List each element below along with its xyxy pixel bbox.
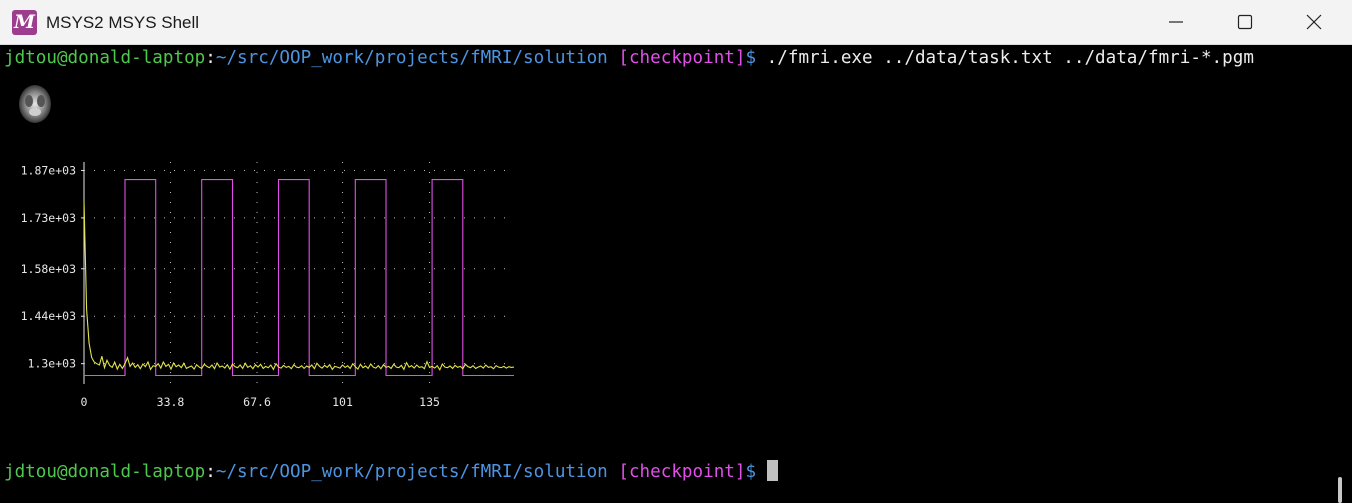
prompt-branch: [checkpoint]	[618, 48, 746, 68]
x-tick-label: 135	[419, 395, 440, 409]
prompt-branch: [checkpoint]	[618, 462, 746, 482]
prompt-separator: :	[205, 462, 216, 482]
y-tick-label: 1.44e+03	[21, 309, 76, 323]
prompt-dollar: $	[745, 462, 757, 482]
maximize-button[interactable]	[1215, 0, 1275, 44]
prompt-user: jdtou@donald-laptop	[4, 462, 206, 482]
x-tick-label: 101	[332, 395, 353, 409]
close-icon	[1306, 14, 1322, 30]
msys2-logo-icon: M	[12, 10, 37, 35]
command-line-2[interactable]: jdtou@donald-laptop:~/src/OOP_work/proje…	[4, 460, 778, 484]
window-title: MSYS2 MSYS Shell	[46, 13, 200, 32]
maximize-icon	[1237, 14, 1253, 30]
fmri-signal-series-line	[83, 200, 515, 371]
command-text: ./fmri.exe ../data/task.txt ../data/fmri…	[766, 48, 1254, 68]
prompt-separator: :	[205, 48, 216, 68]
minimize-button[interactable]	[1146, 0, 1206, 44]
y-tick-label: 1.73e+03	[21, 211, 76, 225]
minimize-icon	[1169, 21, 1183, 23]
prompt-path: ~/src/OOP_work/projects/fMRI/solution	[215, 48, 608, 68]
y-tick-label: 1.3e+03	[28, 357, 77, 371]
text-cursor	[766, 460, 778, 481]
scrollbar-thumb[interactable]	[1338, 477, 1342, 503]
command-line-1: jdtou@donald-laptop:~/src/OOP_work/proje…	[4, 46, 1254, 70]
x-tick-label: 0	[81, 395, 88, 409]
brain-image-thumbnail	[15, 81, 55, 126]
y-tick-label: 1.87e+03	[21, 163, 76, 177]
prompt-user: jdtou@donald-laptop	[4, 48, 206, 68]
x-tick-label: 33.8	[157, 395, 185, 409]
title-bar: M MSYS2 MSYS Shell	[0, 0, 1352, 45]
prompt-path: ~/src/OOP_work/projects/fMRI/solution	[215, 462, 608, 482]
y-tick-label: 1.58e+03	[21, 262, 76, 276]
close-button[interactable]	[1284, 0, 1344, 44]
prompt-dollar: $	[745, 48, 757, 68]
task-design-series-line	[84, 179, 514, 377]
x-tick-label: 67.6	[243, 395, 271, 409]
signal-plot: 1.3e+03 1.44e+03 1.58e+03 1.73e+03 1.87e+03 0…	[21, 162, 515, 409]
